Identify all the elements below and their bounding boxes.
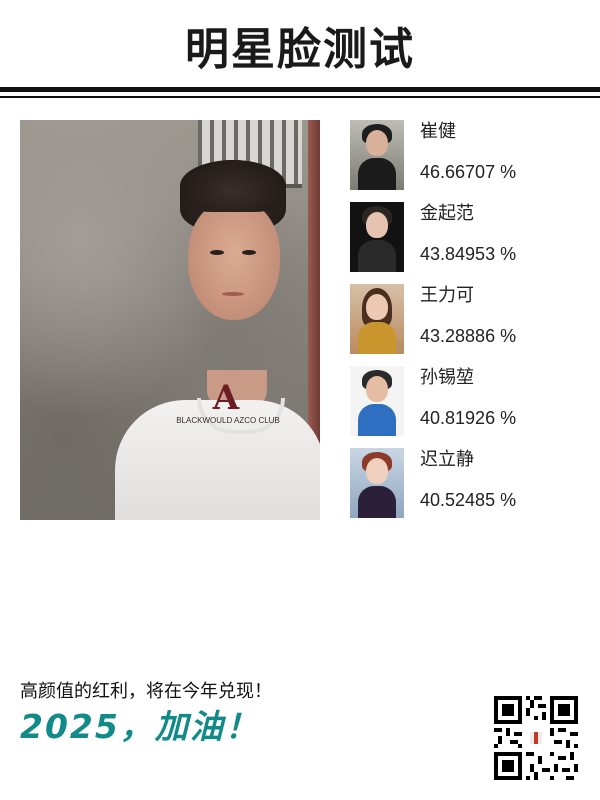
qr-code-icon[interactable]	[494, 696, 578, 780]
photo-right-eye	[242, 250, 256, 255]
slogan-text: 高颜值的红利，将在今年兑现！	[20, 681, 272, 702]
match-score: 46.66707 %	[420, 162, 517, 182]
header-divider-thick	[0, 87, 600, 92]
shirt-logo-text: BLACKWOULD AZCO CLUB	[176, 416, 280, 425]
match-item[interactable]: 金起范 43.84953 %	[350, 202, 580, 272]
photo-face	[188, 200, 280, 320]
match-name: 王力可	[420, 285, 474, 306]
match-item[interactable]: 迟立静 40.52485 %	[350, 448, 580, 518]
photo-left-eye	[210, 250, 224, 255]
match-name: 迟立静	[420, 449, 474, 470]
match-score: 43.28886 %	[420, 326, 517, 346]
match-score: 40.81926 %	[420, 408, 517, 428]
photo-mouth	[222, 292, 244, 296]
page-title: 明星脸测试	[185, 24, 415, 75]
match-thumbnail	[350, 448, 404, 518]
match-item[interactable]: 崔健 46.66707 %	[350, 120, 580, 190]
uploaded-photo: A BLACKWOULD AZCO CLUB	[20, 120, 320, 520]
match-thumbnail	[350, 284, 404, 354]
result-page: 明星脸测试 A BLACKWOULD AZCO CLUB 崔健 46.66707…	[0, 0, 600, 800]
match-score: 43.84953 %	[420, 244, 517, 264]
match-name: 孙锡堃	[420, 367, 474, 388]
header-divider-thin	[0, 96, 600, 98]
cheer-text: 2025，加油！	[20, 707, 260, 746]
match-thumbnail	[350, 366, 404, 436]
match-thumbnail	[350, 202, 404, 272]
match-name: 金起范	[420, 203, 474, 224]
photo-fringe	[180, 160, 286, 212]
shirt-logo-letter: A	[212, 378, 240, 418]
match-item[interactable]: 王力可 43.28886 %	[350, 284, 580, 354]
match-score: 40.52485 %	[420, 490, 517, 510]
match-name: 崔健	[420, 121, 456, 142]
match-thumbnail	[350, 120, 404, 190]
match-item[interactable]: 孙锡堃 40.81926 %	[350, 366, 580, 436]
